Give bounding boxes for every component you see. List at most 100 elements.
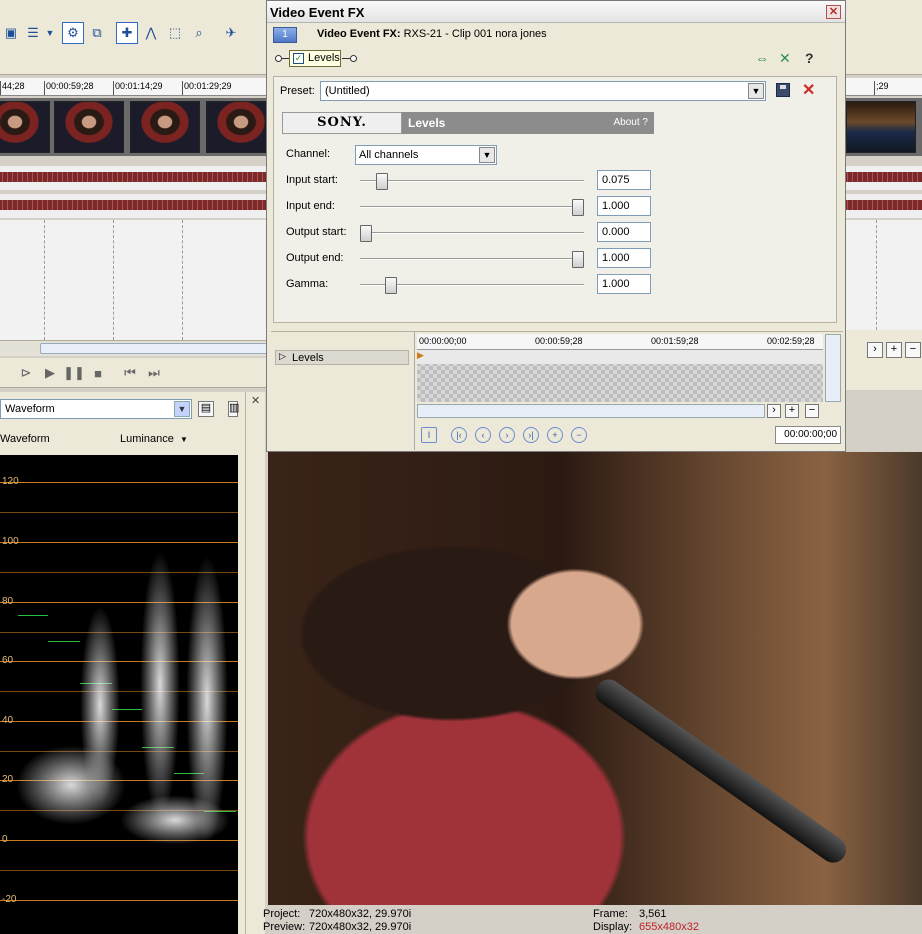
plugin-chooser-icon[interactable]: ⇔	[755, 50, 769, 66]
last-keyframe-icon[interactable]: ›|	[523, 427, 539, 443]
zoom-out-icon[interactable]: −	[905, 342, 921, 358]
normal-edit-tool-icon[interactable]: ✚	[116, 22, 138, 44]
scope-y-label: 40	[2, 715, 14, 726]
play-icon[interactable]: ▶	[40, 364, 60, 382]
plugin-chip-levels[interactable]: ✓ Levels	[289, 50, 341, 67]
scope-mode-select[interactable]: Waveform ▼	[0, 399, 192, 419]
scope-y-label: 120	[2, 476, 19, 487]
chevron-down-icon[interactable]: ▼	[479, 147, 495, 163]
panel-splitter[interactable]: ✕	[245, 392, 265, 934]
param-label: Input end:	[286, 200, 335, 212]
pause-icon[interactable]: ❚❚	[63, 364, 85, 382]
chain-number-button[interactable]: 1	[273, 27, 297, 43]
channel-value: All channels	[359, 149, 419, 161]
frame-value: 3,561	[639, 908, 667, 920]
keyframe-ruler-tick: 00:01:59;28	[651, 336, 699, 346]
envelope-edit-tool-icon[interactable]: ⋀	[140, 22, 162, 44]
add-keyframe-icon[interactable]: +	[547, 427, 563, 443]
stop-icon[interactable]: ■	[88, 364, 108, 382]
chevron-down-icon[interactable]: ▼	[174, 401, 190, 417]
keyframe-track-levels[interactable]: Levels	[275, 350, 409, 365]
selection-edit-tool-icon[interactable]: ⬚	[164, 22, 186, 44]
keyframe-horizontal-scrollbar[interactable]	[417, 404, 765, 418]
project-label: Project:	[263, 908, 301, 920]
play-from-start-icon[interactable]: ⊳	[16, 364, 36, 382]
previous-frame-icon[interactable]: ⏮	[120, 364, 140, 382]
slider-thumb[interactable]	[572, 251, 584, 268]
slider-thumb[interactable]	[385, 277, 398, 294]
preview-value: 720x480x32, 29.970i	[309, 921, 412, 933]
slider-thumb[interactable]	[572, 199, 584, 216]
checkbox-checked-icon[interactable]: ✓	[293, 53, 304, 64]
param-value-field[interactable]: 1.000	[597, 274, 651, 294]
keyframe-ruler[interactable]: 00:00:00;00 00:00:59;28 00:01:59;28 00:0…	[417, 334, 823, 350]
envelope-tool-icon[interactable]: ▣	[0, 22, 22, 44]
scope-update-icon[interactable]: ▥	[228, 401, 239, 417]
scrollbar-thumb[interactable]	[40, 343, 270, 354]
param-value-field[interactable]: 0.075	[597, 170, 651, 190]
scope-channel-label[interactable]: Luminance	[120, 433, 174, 445]
param-slider[interactable]	[360, 199, 584, 216]
keyframe-lane[interactable]: ▶	[417, 350, 823, 402]
next-frame-icon[interactable]: ⏭	[144, 364, 164, 382]
close-icon[interactable]: ✕	[826, 5, 841, 19]
previous-keyframe-icon[interactable]: ‹	[475, 427, 491, 443]
next-keyframe-icon[interactable]: ›	[499, 427, 515, 443]
clip-thumbnail	[130, 101, 200, 153]
keyframe-time-field[interactable]: 00:00:00;00	[775, 426, 841, 444]
ruler-tick: 00:01:14;29	[113, 81, 163, 95]
preset-select[interactable]: (Untitled) ▼	[320, 81, 766, 101]
zoom-out-icon[interactable]: −	[805, 404, 819, 418]
keyframe-marker-icon[interactable]: ▶	[417, 350, 424, 361]
lock-envelopes-icon[interactable]: ⧉	[86, 22, 108, 44]
timeline-scrollbar[interactable]	[0, 340, 270, 356]
chevron-down-icon[interactable]: ▼	[44, 22, 56, 44]
waveform-scope: 120 100 80 60 40 20 0 -20	[0, 455, 238, 934]
param-slider[interactable]	[360, 251, 584, 268]
slider-thumb[interactable]	[360, 225, 372, 242]
delete-keyframe-icon[interactable]: −	[571, 427, 587, 443]
scroll-right-icon[interactable]: ›	[867, 342, 883, 358]
scope-settings-icon[interactable]: ▤	[198, 401, 214, 417]
track-list-icon[interactable]: ☰	[22, 22, 44, 44]
scope-type-label: Waveform	[0, 433, 50, 445]
zoom-in-icon[interactable]: +	[785, 404, 799, 418]
scroll-right-icon[interactable]: ›	[767, 404, 781, 418]
param-value-field[interactable]: 0.000	[597, 222, 651, 242]
channel-select[interactable]: All channels ▼	[355, 145, 497, 165]
chevron-down-icon[interactable]: ▼	[180, 435, 188, 444]
about-link[interactable]: About ?	[614, 117, 648, 128]
chevron-down-icon[interactable]: ▼	[748, 83, 764, 99]
zoom-in-icon[interactable]: +	[886, 342, 902, 358]
channel-label: Channel:	[286, 148, 331, 160]
param-slider[interactable]	[360, 173, 584, 190]
param-slider[interactable]	[360, 225, 584, 242]
save-preset-icon[interactable]	[776, 83, 790, 97]
keyframe-controller: Levels 00:00:00;00 00:00:59;28 00:01:59;…	[271, 331, 843, 450]
preset-label: Preset:	[280, 85, 315, 97]
snapping-icon[interactable]: ✈	[220, 22, 242, 44]
scope-y-label: 80	[2, 596, 14, 607]
chain-title: Video Event FX: RXS-21 - Clip 001 nora j…	[317, 28, 547, 40]
sony-logo: SONY.	[282, 112, 402, 134]
first-keyframe-icon[interactable]: |‹	[451, 427, 467, 443]
keyframe-vertical-scrollbar[interactable]	[825, 334, 841, 402]
param-value-field[interactable]: 1.000	[597, 196, 651, 216]
dialog-title-bar[interactable]: Video Event FX ✕	[267, 1, 845, 23]
remove-plugin-icon[interactable]: ✕	[779, 50, 791, 67]
microphone-image	[590, 674, 852, 868]
sync-cursor-icon[interactable]: I	[421, 427, 437, 443]
dialog-title: Video Event FX	[270, 5, 365, 20]
zoom-edit-tool-icon[interactable]: ⌕	[188, 22, 210, 44]
close-icon[interactable]: ✕	[251, 394, 260, 407]
ruler-tick: 00:01:29;29	[182, 81, 232, 95]
help-icon[interactable]: ?	[805, 50, 814, 66]
auto-ripple-icon[interactable]: ⚙	[62, 22, 84, 44]
param-slider[interactable]	[360, 277, 584, 294]
waveform-trace	[140, 550, 180, 820]
slider-thumb[interactable]	[375, 173, 388, 190]
param-label: Output start:	[286, 226, 347, 238]
delete-preset-icon[interactable]: ✕	[802, 80, 815, 100]
param-value-field[interactable]: 1.000	[597, 248, 651, 268]
clip-thumbnail	[0, 101, 50, 153]
